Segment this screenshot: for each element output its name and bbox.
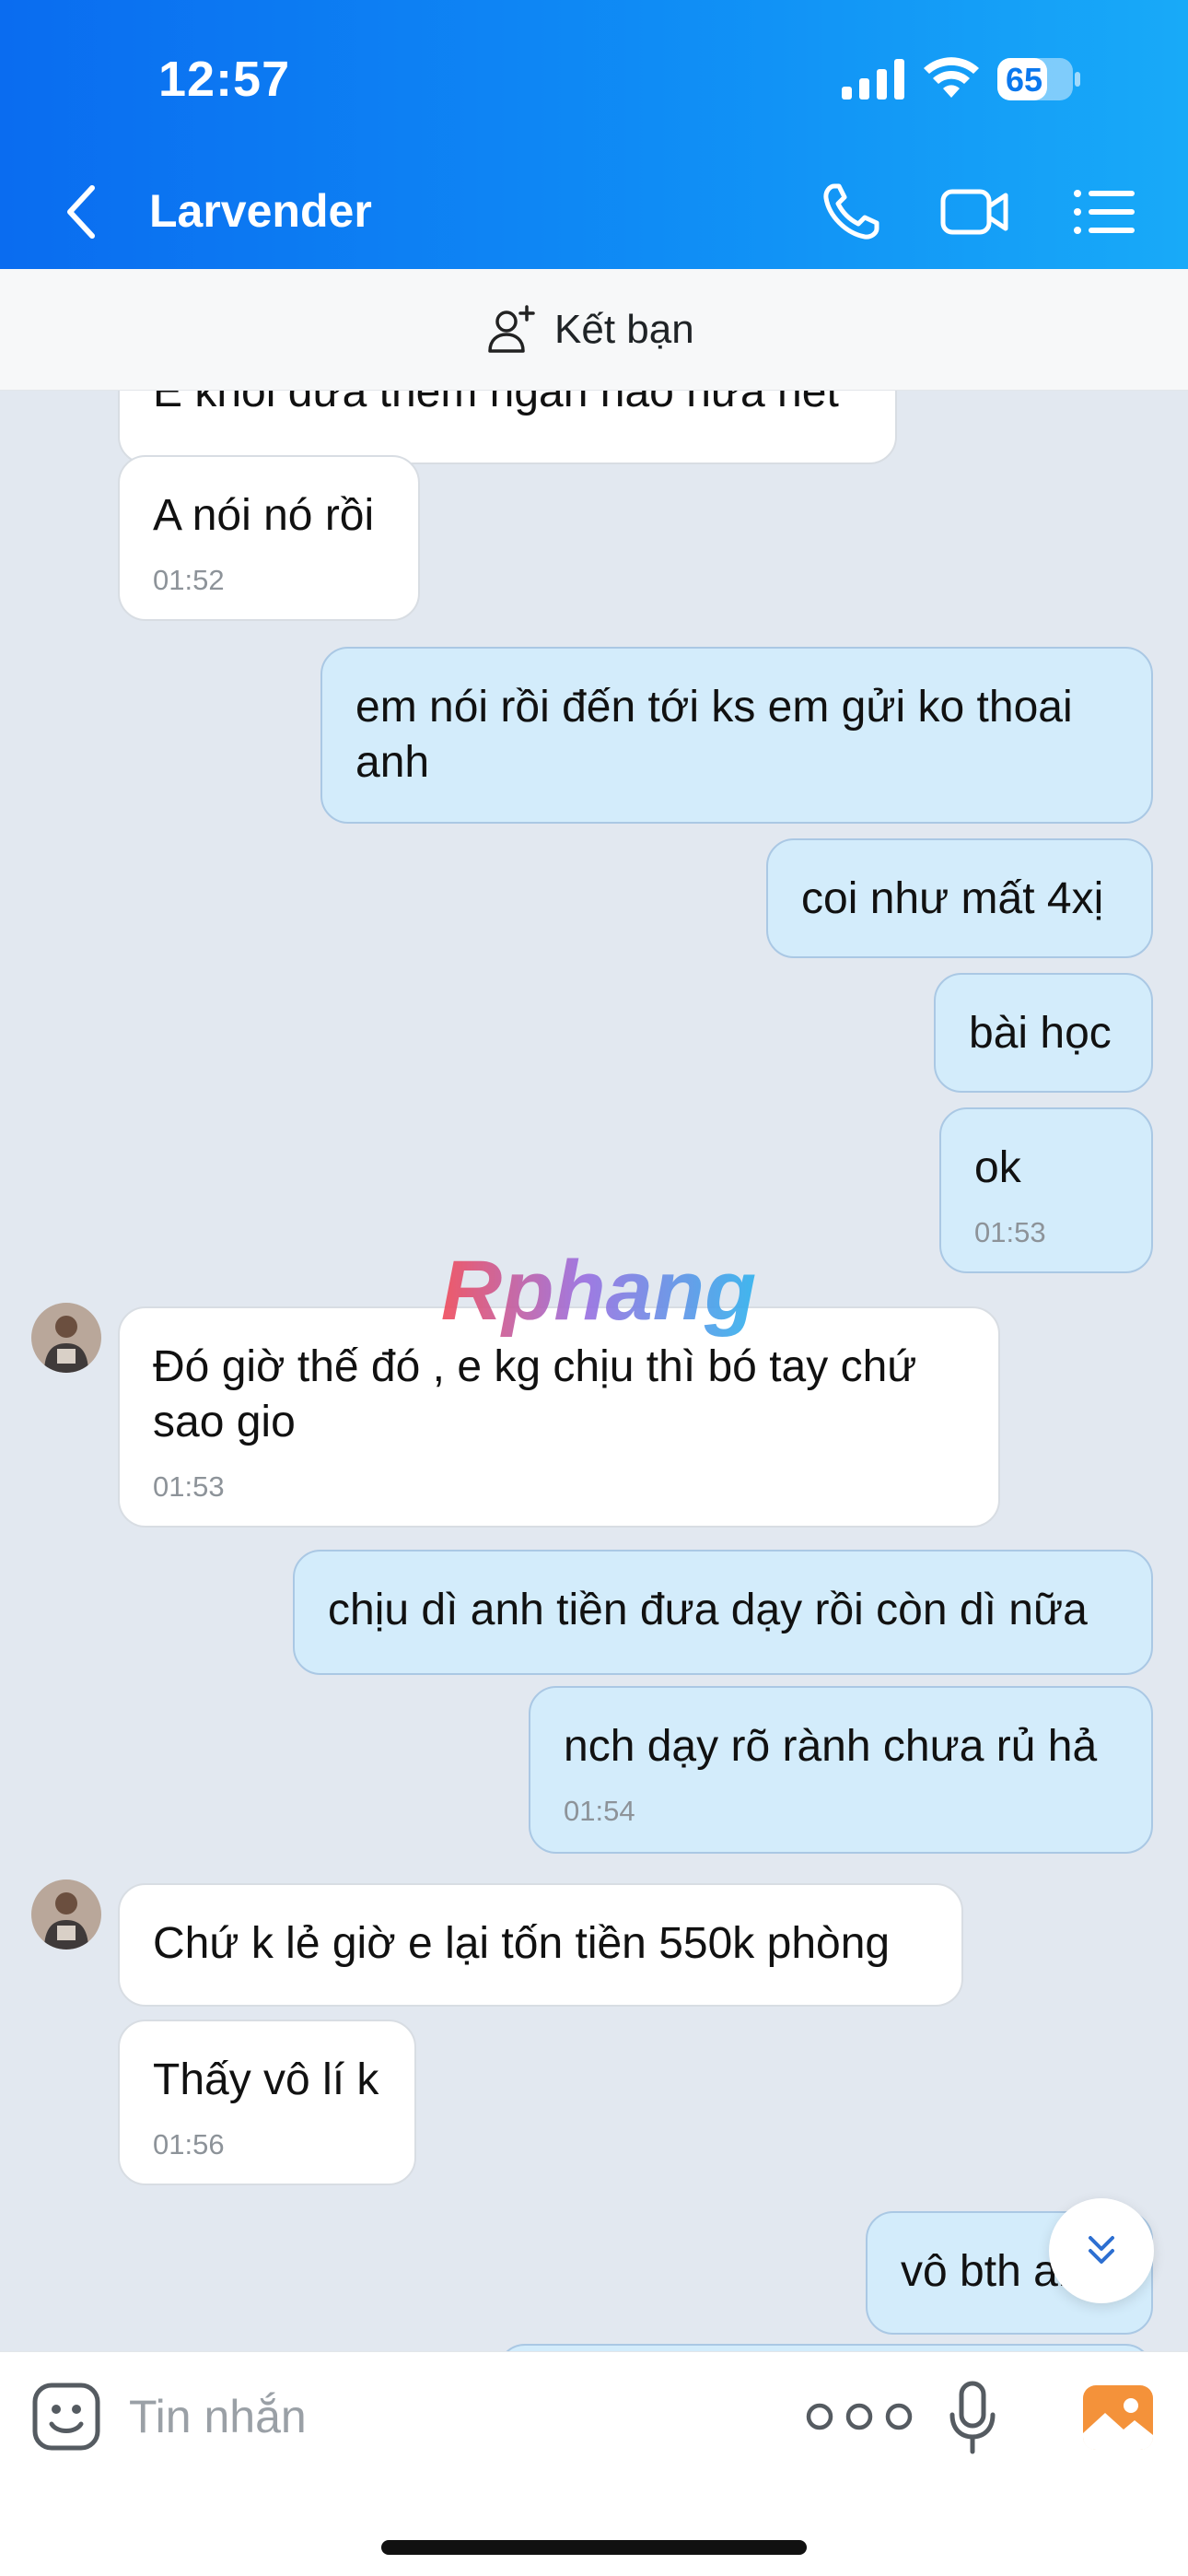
- message-time: 01:53: [974, 1216, 1046, 1248]
- message-outgoing[interactable]: coi như mất 4xị: [766, 838, 1153, 958]
- composer-bar: [0, 2351, 1188, 2576]
- message-incoming[interactable]: A nói nó rồi 01:52: [118, 455, 420, 621]
- message-text: A nói nó rồi: [153, 491, 375, 540]
- image-icon[interactable]: [1083, 2385, 1153, 2450]
- message-incoming[interactable]: Thấy vô lí k 01:56: [118, 2020, 416, 2185]
- message-time: 01:54: [564, 1795, 635, 1827]
- add-friend-button[interactable]: Kết bạn: [484, 295, 694, 365]
- battery-indicator: 65: [996, 57, 1081, 101]
- message-text: bài học: [969, 1009, 1112, 1058]
- avatar[interactable]: [31, 1303, 101, 1373]
- message-text: nch dạy rõ rành chưa rủ hả: [564, 1722, 1098, 1771]
- message-text: Chứ k lẻ giờ e lại tốn tiền 550k phòng: [153, 1919, 891, 1968]
- back-arrow-icon[interactable]: [57, 175, 105, 249]
- message-text: E khỏi đưa thêm ngàn nào nữa hết: [153, 391, 839, 416]
- home-indicator: [381, 2540, 807, 2555]
- microphone-icon[interactable]: [949, 2380, 996, 2457]
- scroll-down-icon: [1089, 2236, 1114, 2264]
- add-friend-icon: [488, 305, 535, 353]
- message-time: 01:52: [153, 564, 225, 596]
- message-outgoing[interactable]: bài học: [934, 973, 1153, 1093]
- message-incoming[interactable]: Chứ k lẻ giờ e lại tốn tiền 550k phòng: [118, 1883, 963, 2007]
- message-text: Đó giờ thế đó , e kg chịu thì bó tay chứ…: [153, 1342, 917, 1446]
- more-dots-icon[interactable]: [799, 2398, 919, 2435]
- scroll-to-bottom-button[interactable]: [1049, 2198, 1154, 2303]
- avatar[interactable]: [31, 1879, 101, 1950]
- message-incoming[interactable]: Đó giờ thế đó , e kg chịu thì bó tay chứ…: [118, 1306, 1000, 1528]
- message-list[interactable]: E khỏi đưa thêm ngàn nào nữa hết A nói n…: [0, 391, 1188, 2351]
- status-time: 12:57: [158, 52, 291, 107]
- message-time: 01:53: [153, 1470, 225, 1503]
- chat-header: 12:57 65 Larvender: [0, 0, 1188, 269]
- message-outgoing[interactable]: chịu dì anh tiền đưa dạy rồi còn dì nữa: [293, 1550, 1153, 1675]
- phone-icon[interactable]: [814, 175, 888, 249]
- message-outgoing-partial[interactable]: [497, 2344, 1153, 2351]
- message-text: em nói rồi đến tới ks em gửi ko thoai an…: [355, 683, 1073, 787]
- wifi-icon: [924, 57, 979, 98]
- add-friend-label: Kết bạn: [554, 307, 694, 352]
- message-time: 01:56: [153, 2128, 225, 2160]
- battery-level: 65: [1006, 61, 1043, 99]
- message-outgoing[interactable]: em nói rồi đến tới ks em gửi ko thoai an…: [320, 647, 1153, 824]
- add-friend-bar: Kết bạn: [0, 269, 1188, 391]
- message-incoming[interactable]: E khỏi đưa thêm ngàn nào nữa hết: [118, 391, 897, 464]
- message-outgoing[interactable]: ok 01:53: [939, 1107, 1153, 1273]
- message-text: chịu dì anh tiền đưa dạy rồi còn dì nữa: [328, 1586, 1088, 1634]
- message-input[interactable]: [129, 2380, 755, 2453]
- message-text: coi như mất 4xị: [801, 874, 1104, 923]
- video-call-icon[interactable]: [938, 175, 1011, 249]
- cellular-signal-icon: [842, 59, 904, 100]
- sticker-icon[interactable]: [31, 2382, 101, 2452]
- message-text: ok: [974, 1143, 1021, 1192]
- message-outgoing[interactable]: nch dạy rõ rành chưa rủ hả 01:54: [529, 1686, 1153, 1854]
- message-text: Thấy vô lí k: [153, 2055, 379, 2104]
- contact-name[interactable]: Larvender: [149, 184, 372, 238]
- menu-list-icon[interactable]: [1068, 175, 1142, 249]
